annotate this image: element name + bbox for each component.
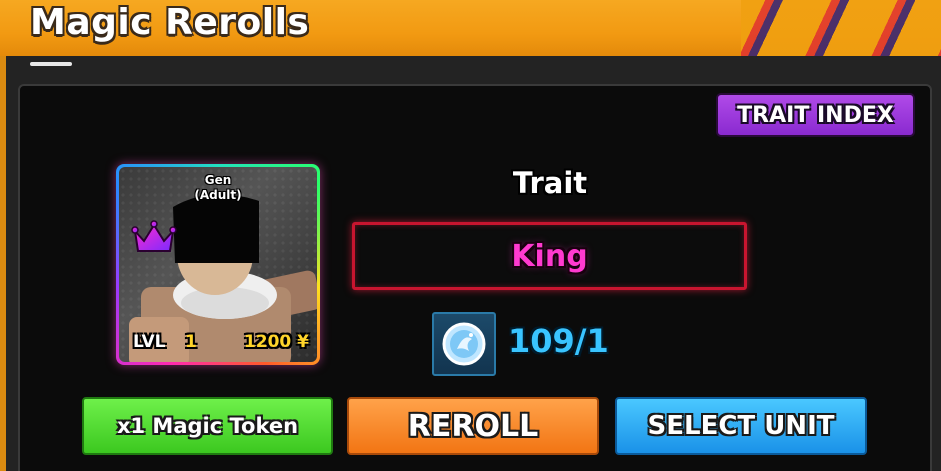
- title-banner: Magic Rerolls: [0, 0, 941, 56]
- frame-edge: [0, 56, 6, 471]
- select-unit-button[interactable]: SELECT UNIT: [615, 397, 867, 455]
- unit-name: Gen (Adult): [119, 173, 317, 203]
- token-count: 109/1: [508, 322, 609, 360]
- unit-name-line2: (Adult): [194, 188, 242, 202]
- trait-value: King: [511, 238, 588, 274]
- trait-heading: Trait: [512, 166, 588, 200]
- unit-card-inner: Gen (Adult) LVL 1 1200 ¥: [119, 167, 317, 362]
- unit-level-value: 1: [185, 332, 197, 352]
- magic-token-cost-button[interactable]: x1 Magic Token: [82, 397, 333, 455]
- title-underline: [30, 62, 72, 66]
- reroll-button[interactable]: REROLL: [347, 397, 599, 455]
- banner-stripes: [741, 0, 941, 56]
- unit-card[interactable]: Gen (Adult) LVL 1 1200 ¥: [116, 164, 320, 365]
- crown-icon: [131, 220, 177, 252]
- unit-level-label: LVL: [133, 332, 166, 352]
- unit-name-line1: Gen: [204, 173, 232, 187]
- unit-cost: 1200 ¥: [243, 332, 309, 352]
- magic-token-slot: [432, 312, 496, 376]
- magic-token-icon: [442, 322, 486, 366]
- trait-display: King: [352, 222, 747, 290]
- trait-index-button[interactable]: TRAIT INDEX: [716, 93, 915, 137]
- window-title: Magic Rerolls: [30, 2, 310, 43]
